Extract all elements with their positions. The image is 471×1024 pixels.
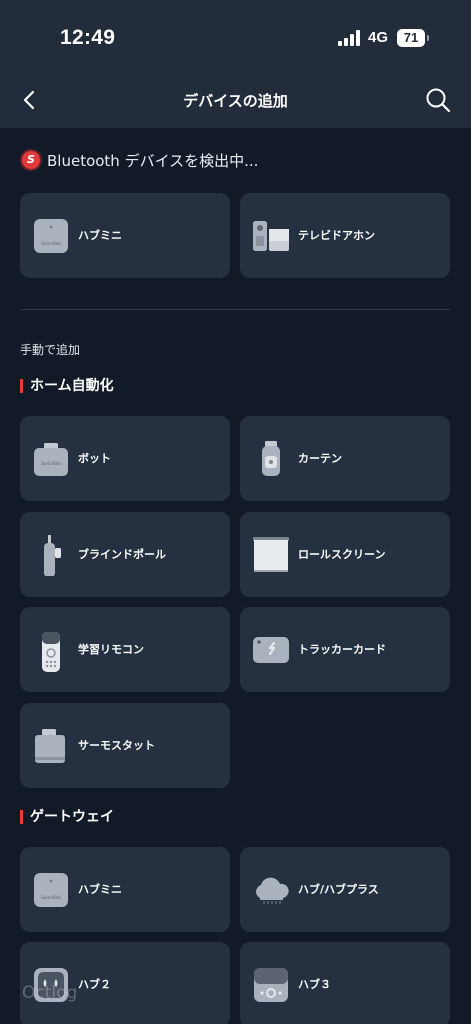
device-card-bot[interactable]: SwitchBot ボット bbox=[20, 416, 230, 501]
blind-tilt-icon bbox=[44, 535, 61, 576]
switchbot-logo-icon: S bbox=[22, 151, 40, 169]
page-title: デバイスの追加 bbox=[183, 92, 288, 110]
watermark: Octlog bbox=[22, 983, 78, 1003]
found-device-card[interactable]: テレビドアホン bbox=[240, 193, 450, 278]
bluetooth-scan-status: S Bluetooth デバイスを検出中... bbox=[22, 150, 258, 170]
tracker-card-icon bbox=[253, 637, 289, 663]
bot-icon: SwitchBot bbox=[34, 443, 68, 476]
device-label: ボット bbox=[78, 452, 111, 465]
roller-shade-icon bbox=[253, 537, 289, 572]
device-label: ハブ３ bbox=[298, 978, 331, 991]
device-label: テレビドアホン bbox=[298, 229, 375, 242]
device-label: トラッカーカード bbox=[298, 643, 386, 656]
device-card-remote[interactable]: 学習リモコン bbox=[20, 607, 230, 692]
remote-icon bbox=[42, 632, 60, 672]
manual-add-label: 手動で追加 bbox=[20, 343, 81, 357]
hub-3-icon bbox=[254, 968, 288, 1002]
status-bar: 12:49 4G 71 bbox=[0, 0, 471, 76]
thermostat-icon bbox=[35, 729, 65, 763]
device-label: ハブミニ bbox=[78, 229, 122, 242]
device-card-blind-tilt[interactable]: ブラインドポール bbox=[20, 512, 230, 597]
device-card-tracker-card[interactable]: トラッカーカード bbox=[240, 607, 450, 692]
found-device-card[interactable]: SwitchBot ハブミニ bbox=[20, 193, 230, 278]
device-card-thermostat[interactable]: サーモスタット bbox=[20, 703, 230, 788]
cellular-signal-icon bbox=[338, 30, 362, 46]
divider bbox=[20, 309, 450, 310]
section-title-home-automation: ホーム自動化 bbox=[20, 378, 114, 394]
device-label: 学習リモコン bbox=[78, 643, 144, 656]
device-card-roller-shade[interactable]: ロールスクリーン bbox=[240, 512, 450, 597]
device-label: ロールスクリーン bbox=[298, 548, 386, 561]
device-label: サーモスタット bbox=[78, 739, 155, 752]
device-label: ハブ２ bbox=[78, 978, 111, 991]
navigation-bar: デバイスの追加 bbox=[0, 76, 471, 128]
search-icon[interactable] bbox=[424, 86, 452, 114]
device-card-hub-mini[interactable]: SwitchBot ハブミニ bbox=[20, 847, 230, 932]
device-card-hub-plus[interactable]: ハブ/ハブプラス bbox=[240, 847, 450, 932]
device-label: ブラインドポール bbox=[78, 548, 166, 561]
device-card-hub-3[interactable]: ハブ３ bbox=[240, 942, 450, 1024]
device-label: ハブミニ bbox=[78, 883, 122, 896]
section-title-gateway: ゲートウェイ bbox=[20, 809, 114, 825]
network-type: 4G bbox=[368, 29, 389, 46]
brand-text: SwitchBot bbox=[41, 895, 61, 900]
hub-mini-icon: SwitchBot bbox=[34, 219, 68, 253]
hub-mini-icon: SwitchBot bbox=[34, 873, 68, 907]
battery-icon: 71 bbox=[397, 29, 429, 47]
device-label: カーテン bbox=[298, 452, 342, 465]
brand-text: SwitchBot bbox=[41, 461, 61, 466]
bluetooth-scan-text: Bluetooth デバイスを検出中... bbox=[47, 151, 259, 170]
device-label: ハブ/ハブプラス bbox=[298, 883, 379, 896]
status-time: 12:49 bbox=[60, 26, 116, 49]
brand-text: SwitchBot bbox=[41, 241, 61, 246]
video-doorbell-icon bbox=[253, 221, 289, 251]
hub-plus-icon bbox=[256, 877, 289, 904]
curtain-icon bbox=[262, 441, 280, 476]
device-card-curtain[interactable]: カーテン bbox=[240, 416, 450, 501]
